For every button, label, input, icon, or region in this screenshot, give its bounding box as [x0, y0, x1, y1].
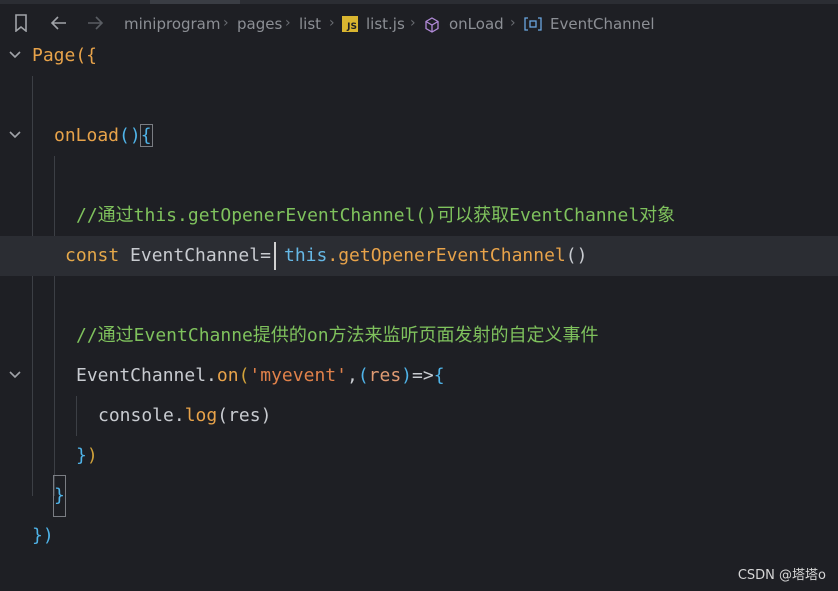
code-text: console.log(res)	[98, 405, 272, 426]
method-name: .getOpenerEventChannel	[327, 245, 566, 266]
code-line: //通过this.getOpenerEventChannel()可以获取Even…	[0, 196, 838, 236]
code-text: })	[32, 525, 54, 546]
chevron-right-icon: ›	[329, 15, 335, 31]
code-text: const EventChannel=	[65, 236, 271, 276]
chevron-right-icon: ›	[285, 15, 291, 31]
object-name: console.	[98, 405, 185, 426]
chevron-right-icon: ›	[410, 15, 416, 31]
code-comment: //通过EventChanne提供的on方法来监听页面发射的自定义事件	[76, 325, 599, 346]
bookmark-icon[interactable]	[14, 14, 28, 32]
code-line: onLoad(){	[0, 116, 838, 156]
code-line: //通过EventChanne提供的on方法来监听页面发射的自定义事件	[0, 316, 838, 356]
code-text: Page({	[32, 45, 98, 66]
code-line: console.log(res)	[0, 396, 838, 436]
code-comment: //通过this.getOpenerEventChannel()可以获取Even…	[76, 205, 676, 226]
text-cursor	[274, 242, 276, 270]
code-text: EventChannel.on('myevent',(res)=>{	[76, 365, 445, 386]
code-line: })	[0, 516, 838, 556]
chevron-down-icon[interactable]	[8, 368, 22, 382]
code-line: })	[0, 436, 838, 476]
function-name: onLoad	[54, 125, 120, 146]
watermark: CSDN @塔塔o	[737, 568, 826, 583]
forward-arrow-icon[interactable]	[86, 15, 104, 31]
method-name: on	[216, 365, 239, 386]
breadcrumb-miniprogram[interactable]: miniprogram	[124, 15, 220, 33]
keyword-const: const	[65, 245, 120, 266]
arg-name: res	[228, 405, 261, 426]
method-cube-icon	[424, 17, 440, 33]
string-literal: 'myevent'	[249, 365, 347, 386]
chevron-down-icon[interactable]	[8, 48, 22, 62]
object-name: EventChannel.	[76, 365, 217, 386]
variable-decl: EventChannel=	[119, 245, 271, 266]
variable-icon	[524, 17, 542, 31]
active-code-line: const EventChannel= this.getOpenerEventC…	[0, 236, 838, 276]
code-text: })	[76, 445, 98, 466]
breadcrumb-listjs[interactable]: list.js	[366, 15, 405, 33]
breadcrumb-list[interactable]: list	[299, 15, 321, 33]
breadcrumb-pages[interactable]: pages	[237, 15, 282, 33]
method-name: log	[184, 405, 218, 426]
keyword-this: this	[284, 245, 328, 266]
chevron-right-icon: ›	[223, 15, 229, 31]
param-name: res	[368, 365, 402, 386]
chevron-down-icon[interactable]	[8, 128, 22, 142]
code-line: }	[0, 475, 838, 517]
breadcrumb-eventchannel[interactable]: EventChannel	[550, 15, 655, 33]
code-line: EventChannel.on('myevent',(res)=>{	[0, 356, 838, 396]
code-text: this.getOpenerEventChannel()	[284, 245, 588, 266]
js-file-icon: JS	[342, 16, 358, 32]
back-arrow-icon[interactable]	[50, 15, 68, 31]
code-text: }	[53, 475, 66, 517]
breadcrumb-onload[interactable]: onLoad	[449, 15, 504, 33]
code-line: Page({	[0, 36, 838, 76]
code-text: onLoad(){	[54, 124, 153, 147]
chevron-right-icon: ›	[510, 15, 516, 31]
